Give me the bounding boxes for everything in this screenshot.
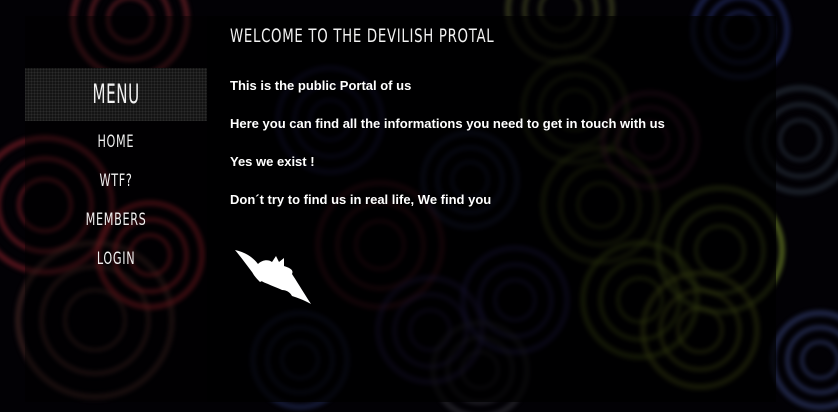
page: MENU HOME WTF? MEMBERS LOGIN WELCOME TO …	[0, 0, 838, 412]
nav-home-label: HOME	[97, 132, 135, 152]
nav-login[interactable]: LOGIN	[25, 249, 207, 269]
nav-members[interactable]: MEMBERS	[25, 210, 207, 230]
page-title: WELCOME TO THE DEVILISH PROTAL	[230, 25, 495, 47]
bokeh-ring	[800, 340, 838, 380]
nav-members-label: MEMBERS	[85, 210, 147, 230]
paragraph-exist: Yes we exist !	[230, 154, 315, 169]
paragraph-warning: Don´t try to find us in real life, We fi…	[230, 192, 492, 207]
menu-title: MENU	[92, 79, 140, 110]
bat-icon	[235, 250, 311, 304]
nav-home[interactable]: HOME	[25, 132, 207, 152]
nav-wtf-label: WTF?	[99, 171, 133, 191]
paragraph-info: Here you can find all the informations y…	[230, 116, 665, 131]
menu-header: MENU	[25, 68, 207, 121]
content-panel	[207, 16, 776, 402]
paragraph-intro: This is the public Portal of us	[230, 78, 412, 93]
nav-login-label: LOGIN	[96, 249, 136, 269]
bokeh-ring	[778, 118, 822, 162]
nav-wtf[interactable]: WTF?	[25, 171, 207, 191]
